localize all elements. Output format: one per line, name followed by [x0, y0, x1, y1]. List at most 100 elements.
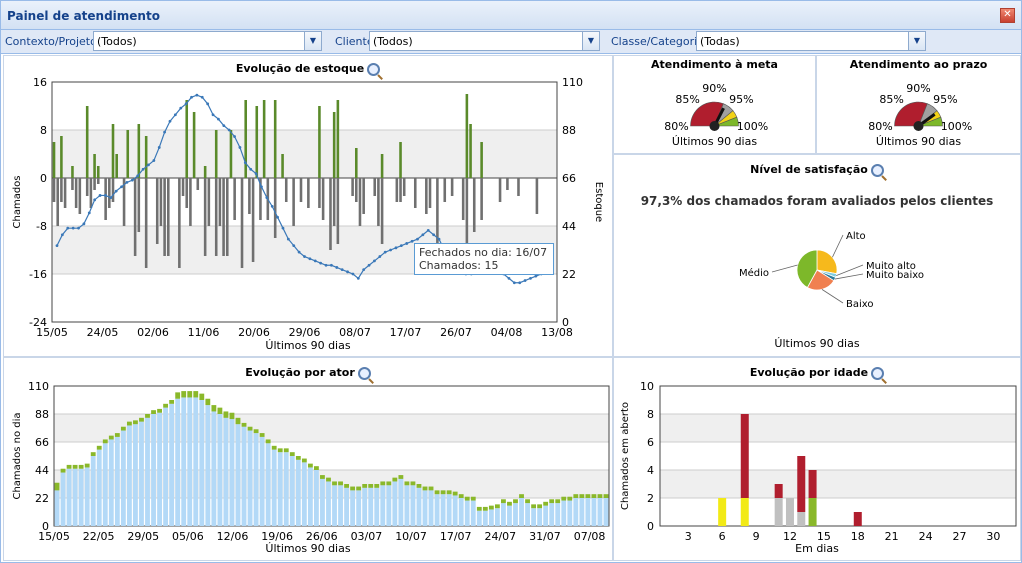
bar [351, 178, 354, 196]
bar [469, 124, 472, 178]
filter-label-contexto: Contexto/Projeto [5, 35, 97, 48]
age-bar [797, 512, 806, 526]
y-tick-label: 16 [33, 76, 47, 89]
bar-base [380, 485, 386, 526]
bar-base [223, 417, 229, 526]
satisfaction-pie: AltoMuito altoMuito baixoBaixoMédio [739, 231, 924, 310]
gauge-hub [913, 121, 924, 131]
bar-top [537, 504, 543, 509]
bar-top [519, 494, 524, 498]
bar [137, 178, 141, 232]
bar-top [265, 439, 271, 444]
stock-point [523, 279, 527, 282]
age-bar [785, 498, 794, 526]
stock-point [163, 130, 167, 134]
bar-base [289, 456, 295, 526]
bar-top [501, 499, 506, 504]
pie-label: Baixo [846, 299, 874, 310]
y-tick-label: 6 [647, 436, 654, 449]
bar [104, 178, 107, 220]
stock-point [141, 167, 145, 171]
bar-top [96, 445, 102, 450]
y-axis-label: Chamados no dia [12, 412, 23, 499]
x-tick-label: 20/06 [238, 326, 270, 339]
stock-point [179, 106, 183, 110]
bar [115, 154, 118, 178]
bar [78, 178, 82, 214]
y2-tick-label: 88 [562, 124, 576, 137]
bar-top [470, 496, 476, 501]
bar [96, 166, 100, 178]
satisfaction-panel: Nível de satisfação 97,3% dos chamados f… [613, 154, 1021, 357]
bar [192, 112, 196, 178]
stock-point [437, 237, 441, 241]
stock-point [211, 113, 215, 117]
x-tick-label: 26/07 [440, 326, 472, 339]
classe-select[interactable]: (Todas) ▼ [696, 31, 926, 51]
bar [52, 178, 56, 202]
stock-point [265, 196, 269, 200]
stock-point [362, 268, 366, 272]
bar [233, 178, 236, 220]
bar [85, 106, 89, 178]
pie-leader [832, 234, 844, 258]
bar-base [169, 403, 175, 526]
stock-panel: Evolução de estoque 16 8 0 -8 -16 -24 110 88 66 4… [3, 55, 613, 357]
stock-point [330, 263, 333, 267]
age-bar [740, 498, 749, 526]
y2-tick-label: 44 [562, 220, 576, 233]
chevron-down-icon[interactable]: ▼ [582, 32, 599, 50]
bar-base [561, 500, 567, 526]
x-tick-label: 29/06 [289, 326, 321, 339]
gauge-label: 95% [729, 93, 753, 106]
stock-point [405, 242, 409, 245]
stock-point [534, 274, 538, 278]
bar [155, 178, 159, 244]
bar-top [579, 494, 585, 498]
bar [332, 112, 336, 178]
bar [189, 178, 192, 226]
gauge-label: 90% [906, 82, 930, 95]
bar [336, 178, 340, 244]
bar [480, 178, 483, 220]
bar [395, 178, 399, 202]
bar-top [591, 494, 597, 498]
stock-point [383, 250, 387, 254]
bar-base [320, 478, 325, 526]
prazo-footer: Últimos 90 dias [875, 135, 962, 148]
bar-top [555, 499, 561, 504]
stock-point [55, 244, 59, 248]
bar-base [386, 485, 392, 526]
bar-top [320, 475, 325, 479]
plot-band [660, 442, 1016, 470]
stock-point [147, 163, 150, 167]
bar [71, 166, 74, 178]
contexto-select[interactable]: (Todos) ▼ [93, 31, 322, 51]
bar-top [247, 426, 253, 431]
stock-point [303, 255, 306, 258]
stock-point [518, 281, 522, 285]
stock-point [286, 237, 290, 241]
cliente-select[interactable]: (Todos) ▼ [369, 31, 600, 51]
satisfaction-footer: Últimos 90 dias [774, 337, 860, 350]
tooltip-line2: Chamados: 15 [419, 259, 499, 272]
bar-base [398, 478, 404, 526]
chevron-down-icon[interactable]: ▼ [908, 32, 925, 50]
y-tick-label: 0 [647, 520, 654, 533]
y2-axis-label: Estoque [593, 182, 604, 222]
bar [111, 124, 115, 178]
bar-top [314, 466, 319, 470]
bar-base [283, 452, 289, 526]
bar-base [157, 412, 162, 526]
bar [517, 178, 520, 196]
bar-top [120, 426, 126, 431]
gauge-label: 85% [675, 93, 699, 106]
bar-base [350, 490, 356, 526]
chevron-down-icon[interactable]: ▼ [304, 32, 321, 50]
bar-top [458, 494, 464, 498]
bar-base [368, 487, 374, 526]
bar-top [440, 490, 446, 495]
bar-base [434, 494, 440, 526]
close-button[interactable]: ✕ [1000, 8, 1015, 23]
bar [498, 178, 502, 202]
